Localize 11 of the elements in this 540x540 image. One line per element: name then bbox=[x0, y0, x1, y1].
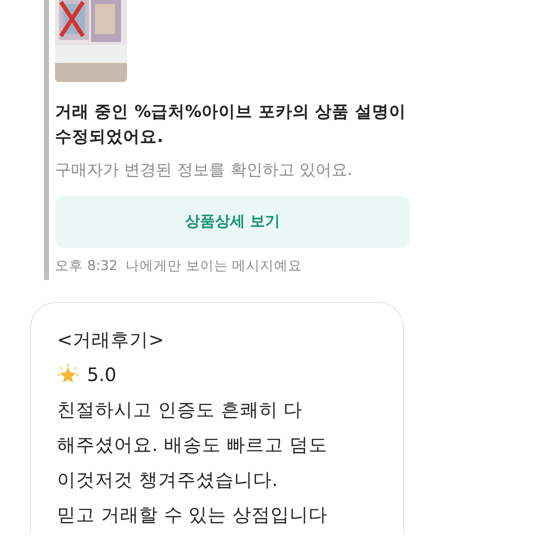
notice-title: 거래 중인 %급처%아이브 포카의 상품 설명이 수정되었어요. bbox=[55, 101, 407, 148]
rating-value: 5.0 bbox=[87, 364, 116, 388]
review-heading: <거래후기> bbox=[57, 328, 166, 353]
review-text-line: 이것저것 챙겨주셨습니다. bbox=[57, 468, 279, 493]
review-text-line: 해주셨어요. 배송도 빠르고 덤도 bbox=[57, 434, 329, 458]
visibility-note: 나에게만 보이는 메시지예요 bbox=[126, 256, 302, 276]
product-detail-button[interactable]: 상품상세 보기 bbox=[55, 196, 410, 248]
timestamp: 오후 8:32 bbox=[55, 256, 118, 276]
review-text-line: 믿고 거래할 수 있는 상점입니다 bbox=[57, 504, 329, 528]
review-text-line: 친절하시고 인증도 흔쾌히 다 bbox=[57, 398, 304, 423]
notice-subtitle: 구매자가 변경된 정보를 확인하고 있어요. bbox=[55, 158, 354, 180]
